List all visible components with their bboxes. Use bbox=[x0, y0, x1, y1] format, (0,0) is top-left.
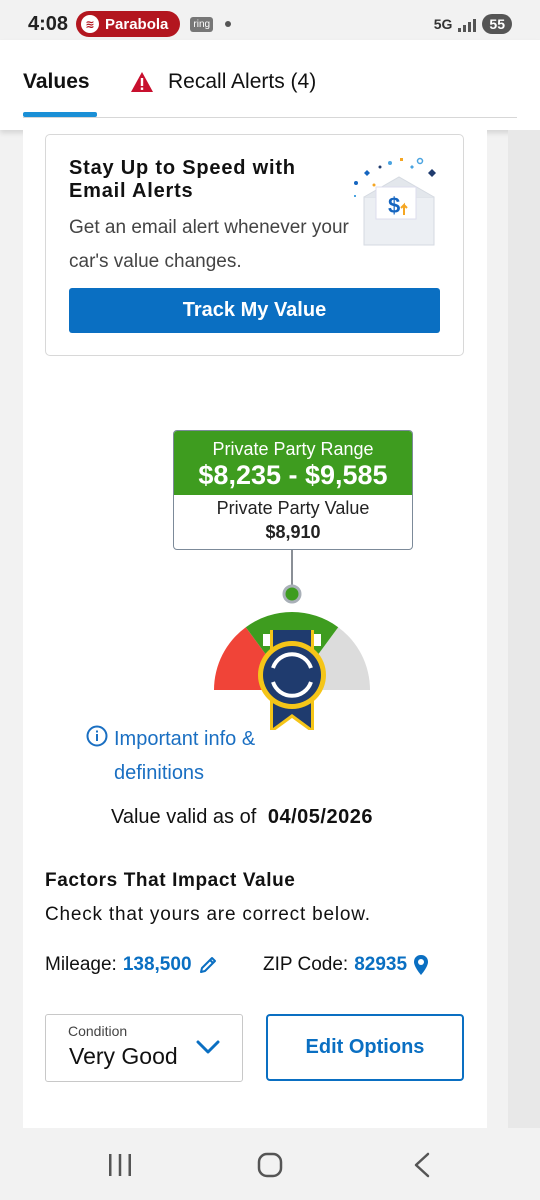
now-playing-pill[interactable]: ≋ Parabola bbox=[76, 11, 181, 37]
value-valid-date: Value valid as of 04/05/2026 bbox=[111, 806, 373, 829]
private-party-range-header: Private Party Range $8,235 - $9,585 bbox=[174, 431, 412, 495]
mileage-label: Mileage: bbox=[45, 954, 117, 975]
condition-label: Condition bbox=[68, 1023, 128, 1039]
track-my-value-button[interactable]: Track My Value bbox=[69, 288, 440, 333]
zip-code-field[interactable]: ZIP Code: 82935 bbox=[263, 954, 429, 976]
zip-value[interactable]: 82935 bbox=[354, 954, 407, 976]
zip-label: ZIP Code: bbox=[263, 954, 349, 975]
value-gauge-icon bbox=[214, 550, 370, 730]
email-card-title: Stay Up to Speed with Email Alerts bbox=[69, 157, 296, 202]
edit-options-button[interactable]: Edit Options bbox=[266, 1014, 464, 1081]
condition-value: Very Good bbox=[69, 1043, 178, 1069]
condition-dropdown[interactable]: Condition Very Good bbox=[45, 1014, 243, 1082]
recall-alerts-label: Recall Alerts (4) bbox=[168, 70, 317, 93]
tab-values[interactable]: Values bbox=[23, 70, 90, 94]
location-pin-icon[interactable] bbox=[413, 954, 429, 976]
tab-divider bbox=[23, 117, 517, 118]
signal-icon bbox=[458, 16, 477, 32]
spotify-icon: ≋ bbox=[81, 15, 100, 33]
chevron-down-icon bbox=[196, 1040, 220, 1054]
factors-subtitle: Check that yours are correct below. bbox=[45, 904, 371, 925]
notification-dot-icon bbox=[225, 21, 232, 27]
important-info-row[interactable]: Important info & definitions bbox=[86, 722, 264, 790]
svg-text:$: $ bbox=[388, 193, 400, 218]
email-alert-card: Stay Up to Speed with Email Alerts Get a… bbox=[45, 134, 464, 356]
info-icon bbox=[86, 725, 108, 747]
private-party-range-label: Private Party Range bbox=[212, 439, 374, 459]
pencil-icon[interactable] bbox=[198, 955, 218, 975]
price-range-box: Private Party Range $8,235 - $9,585 Priv… bbox=[173, 430, 413, 550]
now-playing-label: Parabola bbox=[105, 15, 169, 33]
system-nav-bar bbox=[0, 1128, 540, 1200]
mileage-field[interactable]: Mileage: 138,500 bbox=[45, 954, 218, 976]
tab-header: Values Recall Alerts (4) bbox=[0, 40, 540, 130]
right-rail bbox=[508, 130, 540, 1128]
valid-label: Value valid as of bbox=[111, 806, 257, 828]
private-party-value-label: Private Party Value bbox=[216, 498, 370, 518]
home-icon[interactable] bbox=[257, 1152, 283, 1178]
factors-title: Factors That Impact Value bbox=[45, 870, 296, 891]
back-icon[interactable] bbox=[412, 1152, 432, 1178]
private-party-range-value: $8,235 - $9,585 bbox=[198, 460, 388, 490]
tab-recall-alerts[interactable]: Recall Alerts (4) bbox=[130, 70, 316, 94]
email-card-subtitle: Get an email alert whenever your car's v… bbox=[69, 217, 349, 272]
mileage-value[interactable]: 138,500 bbox=[123, 954, 192, 976]
private-party-value: $8,910 bbox=[265, 522, 321, 542]
valid-date: 04/05/2026 bbox=[267, 806, 373, 828]
status-time: 4:08 bbox=[28, 12, 69, 35]
battery-indicator: 55 bbox=[482, 14, 512, 34]
email-envelope-icon: $ bbox=[354, 157, 436, 246]
important-info-link[interactable]: Important info & definitions bbox=[114, 722, 264, 790]
ring-notification-icon: ring bbox=[190, 16, 214, 32]
warning-icon bbox=[131, 72, 153, 92]
main-content: Stay Up to Speed with Email Alerts Get a… bbox=[23, 130, 487, 1128]
network-type: 5G bbox=[433, 16, 453, 32]
recents-icon[interactable] bbox=[107, 1152, 133, 1178]
